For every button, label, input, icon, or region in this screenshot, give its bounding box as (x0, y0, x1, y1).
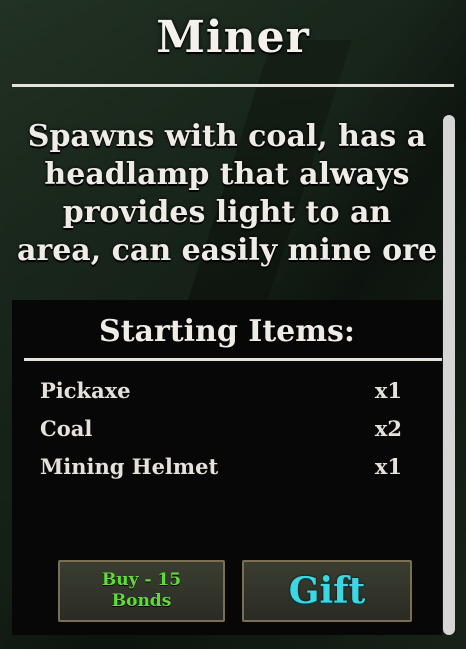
scrollbar[interactable] (443, 115, 455, 635)
gift-button[interactable]: Gift (242, 560, 412, 622)
class-title: Miner (156, 12, 310, 63)
class-description: Spawns with coal, has a headlamp that al… (12, 118, 442, 270)
buy-button[interactable]: Buy - 15 Bonds (58, 560, 225, 622)
description-line: provides light to an (62, 195, 392, 230)
list-item: Coal x2 (40, 416, 402, 446)
buy-button-label: Buy - 15 Bonds (101, 570, 182, 611)
list-item: Pickaxe x1 (40, 378, 402, 408)
description-line: headlamp that always (44, 157, 410, 192)
item-name: Coal (40, 416, 93, 441)
starting-items-box: Starting Items: Pickaxe x1 Coal x2 Minin… (12, 300, 442, 635)
gift-button-label: Gift (288, 570, 366, 612)
title-divider (12, 84, 454, 87)
class-info-panel: Miner Spawns with coal, has a headlamp t… (0, 0, 466, 649)
item-name: Mining Helmet (40, 454, 219, 479)
list-item: Mining Helmet x1 (40, 454, 402, 484)
item-quantity: x1 (374, 454, 402, 479)
item-quantity: x1 (374, 378, 402, 403)
item-name: Pickaxe (40, 378, 131, 403)
items-divider (24, 358, 442, 361)
description-line: area, can easily mine ore (16, 233, 438, 268)
item-quantity: x2 (374, 416, 402, 441)
starting-items-heading: Starting Items: (99, 314, 355, 349)
description-line: Spawns with coal, has a (27, 119, 427, 154)
